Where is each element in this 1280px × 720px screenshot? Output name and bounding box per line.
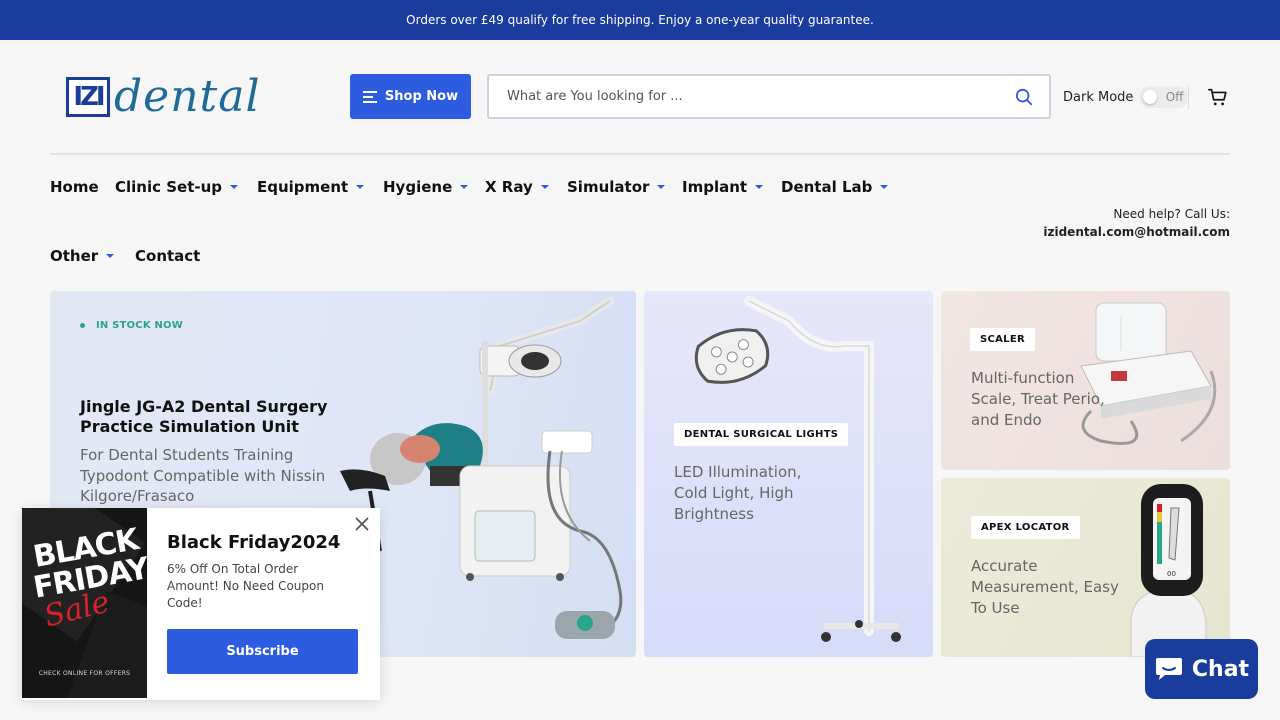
nav-hygiene[interactable]: Hygiene — [383, 176, 469, 198]
shop-now-button[interactable]: Shop Now — [350, 74, 471, 119]
dark-mode-state: Off — [1165, 90, 1184, 104]
logo-text: dental — [114, 71, 261, 122]
shop-now-label: Shop Now — [384, 89, 459, 104]
in-stock-badge: IN STOCK NOW — [80, 320, 183, 331]
chevron-down-icon — [230, 185, 239, 189]
nav-x-ray[interactable]: X Ray — [485, 176, 549, 198]
popup-title: Black Friday2024 — [167, 532, 341, 553]
category-card-scaler[interactable]: SCALER Multi-function Scale, Treat Perio… — [941, 291, 1230, 470]
popup-text: 6% Off On Total Order Amount! No Need Co… — [167, 562, 324, 610]
subscribe-button[interactable]: Subscribe — [167, 629, 358, 674]
site-logo[interactable]: IZI dental — [66, 74, 301, 120]
chevron-down-icon — [356, 185, 365, 189]
category-card-apex-locator[interactable]: 00 APEX LOCATOR Accurate Measurement, Ea… — [941, 478, 1230, 657]
close-icon[interactable] — [354, 516, 370, 532]
promo-popup: BLACK FRIDAY Sale CHECK ONLINE FOR OFFER… — [22, 508, 380, 700]
cart-icon[interactable] — [1207, 86, 1229, 108]
chevron-down-icon — [106, 254, 115, 258]
chevron-down-icon — [460, 185, 469, 189]
nav-dental-lab[interactable]: Dental Lab — [781, 176, 889, 198]
dark-mode-label: Dark Mode — [1063, 89, 1134, 105]
help-label: Need help? Call Us: — [1113, 207, 1230, 221]
header-divider — [1188, 85, 1189, 109]
announcement-text: Orders over £49 qualify for free shippin… — [406, 13, 874, 27]
category-tag: SCALER — [970, 328, 1035, 351]
chat-button[interactable]: Chat — [1145, 639, 1258, 699]
search-input[interactable] — [507, 89, 1015, 104]
chevron-down-icon — [540, 185, 549, 189]
category-tag: DENTAL SURGICAL LIGHTS — [674, 423, 849, 446]
chat-bubble-icon — [1155, 658, 1182, 680]
black-friday-banner-image: BLACK FRIDAY Sale CHECK ONLINE FOR OFFER… — [22, 508, 147, 698]
svg-text:00: 00 — [1167, 570, 1176, 578]
status-dot-icon — [80, 323, 85, 328]
search-bar — [487, 74, 1051, 119]
nav-simulator[interactable]: Simulator — [567, 176, 666, 198]
chevron-down-icon — [755, 185, 764, 189]
nav-implant[interactable]: Implant — [682, 176, 764, 198]
nav-other[interactable]: Other — [50, 245, 115, 267]
category-description: Accurate Measurement, Easy To Use — [971, 557, 1119, 617]
chevron-down-icon — [880, 185, 889, 189]
chevron-down-icon — [657, 185, 666, 189]
help-email-link[interactable]: izidental.com@hotmail.com — [1043, 223, 1230, 241]
dark-mode-switch: Dark Mode Off — [1063, 86, 1190, 108]
help-contact: Need help? Call Us: izidental.com@hotmai… — [1043, 205, 1230, 241]
category-card-surgical-lights[interactable]: DENTAL SURGICAL LIGHTS LED Illumination,… — [644, 291, 933, 657]
nav-clinic-setup[interactable]: Clinic Set-up — [115, 176, 239, 198]
category-tag: APEX LOCATOR — [971, 516, 1080, 539]
nav-equipment[interactable]: Equipment — [257, 176, 365, 198]
category-description: Multi-function Scale, Treat Perio, and E… — [971, 369, 1105, 429]
category-description: LED Illumination, Cold Light, High Brigh… — [674, 463, 802, 523]
logo-mark: IZI — [66, 77, 110, 117]
menu-icon — [362, 91, 377, 103]
banner-footer-text: CHECK ONLINE FOR OFFERS — [38, 670, 131, 677]
dark-mode-toggle[interactable]: Off — [1139, 86, 1190, 108]
header-separator — [50, 153, 1230, 155]
toggle-knob — [1143, 90, 1158, 104]
announcement-bar: Orders over £49 qualify for free shippin… — [0, 0, 1280, 40]
nav-contact[interactable]: Contact — [135, 245, 200, 267]
nav-home[interactable]: Home — [50, 176, 99, 198]
chat-label: Chat — [1191, 656, 1250, 682]
search-icon[interactable] — [1015, 88, 1033, 106]
